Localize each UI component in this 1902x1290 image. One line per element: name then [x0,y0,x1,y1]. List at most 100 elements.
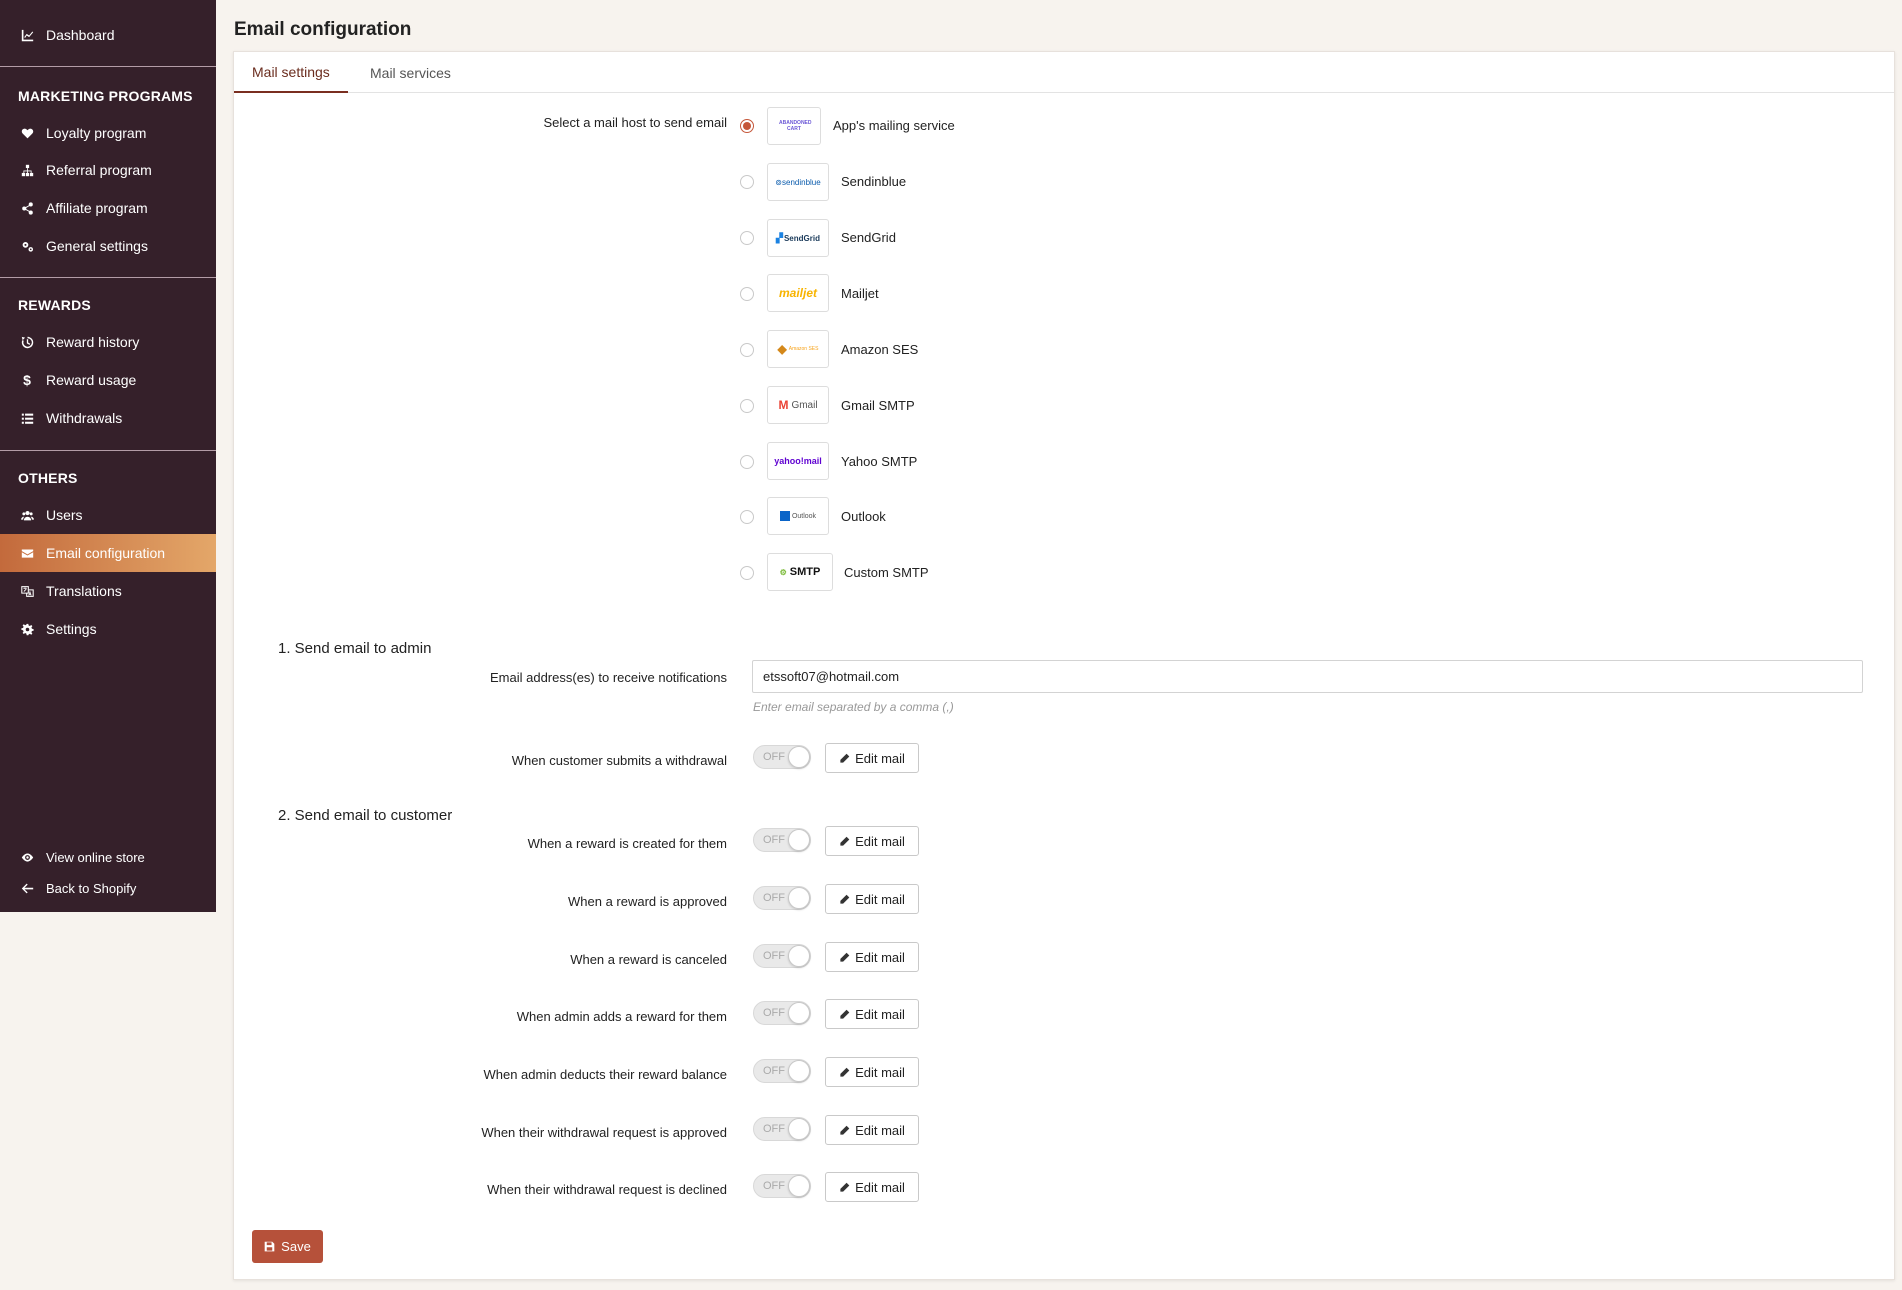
sidebar-item-general-settings[interactable]: General settings [0,227,216,265]
sidebar-item-label: Reward history [46,334,140,350]
pencil-icon [840,1182,850,1192]
notification-toggle[interactable]: OFF [753,745,811,769]
edit-mail-button[interactable]: Edit mail [825,884,919,914]
sidebar-item-label: Loyalty program [46,125,147,141]
notification-label: When a reward is created for them [527,836,727,851]
save-button[interactable]: Save [252,1230,323,1263]
dollar-icon: $ [23,372,31,388]
edit-mail-button[interactable]: Edit mail [825,1057,919,1087]
mail-host-name: Mailjet [841,286,879,301]
mail-host-radio-gmail[interactable] [740,399,754,413]
outlook-square-icon [779,511,790,521]
sidebar-item-reward-history[interactable]: Reward history [0,323,216,361]
edit-mail-button[interactable]: Edit mail [825,1115,919,1145]
mail-host-radio-amazon-ses[interactable] [740,343,754,357]
pencil-icon [840,1009,850,1019]
sidebar-item-label: General settings [46,238,148,254]
sidebar-item-email-configuration[interactable]: Email configuration [0,534,216,572]
sidebar-item-label: Translations [46,583,122,599]
edit-mail-button[interactable]: Edit mail [825,999,919,1029]
sidebar-item-label: View online store [46,849,145,865]
outlook-logo: Outlook [767,497,829,535]
pencil-icon [840,836,850,846]
sidebar-item-label: Affiliate program [46,200,148,216]
sidebar-item-label: Email configuration [46,545,166,561]
gmail-m-icon: M [778,398,789,412]
notification-toggle[interactable]: OFF [753,828,811,852]
sidebar-item-affiliate[interactable]: Affiliate program [0,189,216,227]
mail-host-radio-app[interactable] [740,119,754,133]
sidebar-item-withdrawals[interactable]: Withdrawals [0,399,216,437]
mailjet-logo: mailjet [767,274,829,312]
section-title-marketing: MARKETING PROGRAMS [18,88,193,104]
notification-toggle[interactable]: OFF [753,1001,811,1025]
sidebar-item-dashboard[interactable]: Dashboard [0,16,216,54]
pencil-icon [840,1125,850,1135]
edit-mail-button[interactable]: Edit mail [825,743,919,773]
sidebar-item-reward-usage[interactable]: $ Reward usage [0,361,216,399]
sidebar-item-label: Users [46,507,83,523]
mail-host-name: Yahoo SMTP [841,454,918,469]
gears-icon [20,239,34,253]
amazon-ses-logo: ◆ Amazon SES [767,330,829,368]
sidebar-divider [0,450,216,451]
mail-host-radio-custom-smtp[interactable] [740,566,754,580]
notification-label: When their withdrawal request is decline… [487,1182,727,1197]
sidebar-item-back-to-shopify[interactable]: Back to Shopify [0,869,216,907]
sidebar-item-settings[interactable]: Settings [0,610,216,648]
sidebar-item-loyalty[interactable]: Loyalty program [0,114,216,152]
mail-host-name: Sendinblue [841,174,907,189]
sidebar-item-referral[interactable]: Referral program [0,151,216,189]
mail-host-radio-sendgrid[interactable] [740,231,754,245]
sitemap-icon [20,163,34,177]
mail-host-name: App's mailing service [833,118,955,133]
edit-mail-button[interactable]: Edit mail [825,942,919,972]
sidebar-item-label: Settings [46,621,97,637]
tab-mail-settings[interactable]: Mail settings [234,52,348,93]
notification-label: When their withdrawal request is approve… [481,1125,727,1140]
notification-toggle[interactable]: OFF [753,1059,811,1083]
share-icon [20,201,34,215]
toggle-knob [788,945,810,967]
notification-toggle[interactable]: OFF [753,1117,811,1141]
mail-host-radio-outlook[interactable] [740,510,754,524]
toggle-knob [788,1175,810,1197]
mail-host-radio-sendinblue[interactable] [740,175,754,189]
sidebar-item-label: Withdrawals [46,410,123,426]
edit-mail-button[interactable]: Edit mail [825,826,919,856]
list-icon [20,411,34,425]
pencil-icon [840,952,850,962]
users-icon [20,508,34,522]
gear-icon [20,622,34,636]
mail-host-radio-mailjet[interactable] [740,287,754,301]
yahoo-mail-logo: yahoo!mail [767,442,829,480]
mail-host-name: Gmail SMTP [841,398,915,413]
heart-icon [20,126,34,140]
toggle-knob [788,829,810,851]
translate-icon [20,584,34,598]
toggle-knob [788,746,810,768]
mail-host-radio-yahoo[interactable] [740,455,754,469]
notification-toggle[interactable]: OFF [753,944,811,968]
eye-icon [20,850,34,864]
notification-toggle[interactable]: OFF [753,1174,811,1198]
sendinblue-logo: ⊚sendinblue [767,163,829,201]
edit-mail-button[interactable]: Edit mail [825,1172,919,1202]
pencil-icon [840,753,850,763]
toggle-knob [788,887,810,909]
sidebar-item-users[interactable]: Users [0,496,216,534]
envelope-icon [20,546,34,560]
sidebar-item-label: Reward usage [46,372,137,388]
floppy-disk-icon [264,1241,275,1252]
toggle-knob [788,1002,810,1024]
sidebar-divider [0,66,216,67]
chart-line-icon [20,28,34,42]
mail-host-label: Select a mail host to send email [543,115,727,130]
settings-card: Mail settings Mail services Select a mai… [233,51,1895,1280]
sidebar-item-translations[interactable]: Translations [0,572,216,610]
notification-label: When admin deducts their reward balance [483,1067,727,1082]
sidebar-item-label: Dashboard [46,27,115,43]
notification-toggle[interactable]: OFF [753,886,811,910]
admin-email-input[interactable] [752,660,1863,693]
tab-mail-services[interactable]: Mail services [352,52,469,93]
